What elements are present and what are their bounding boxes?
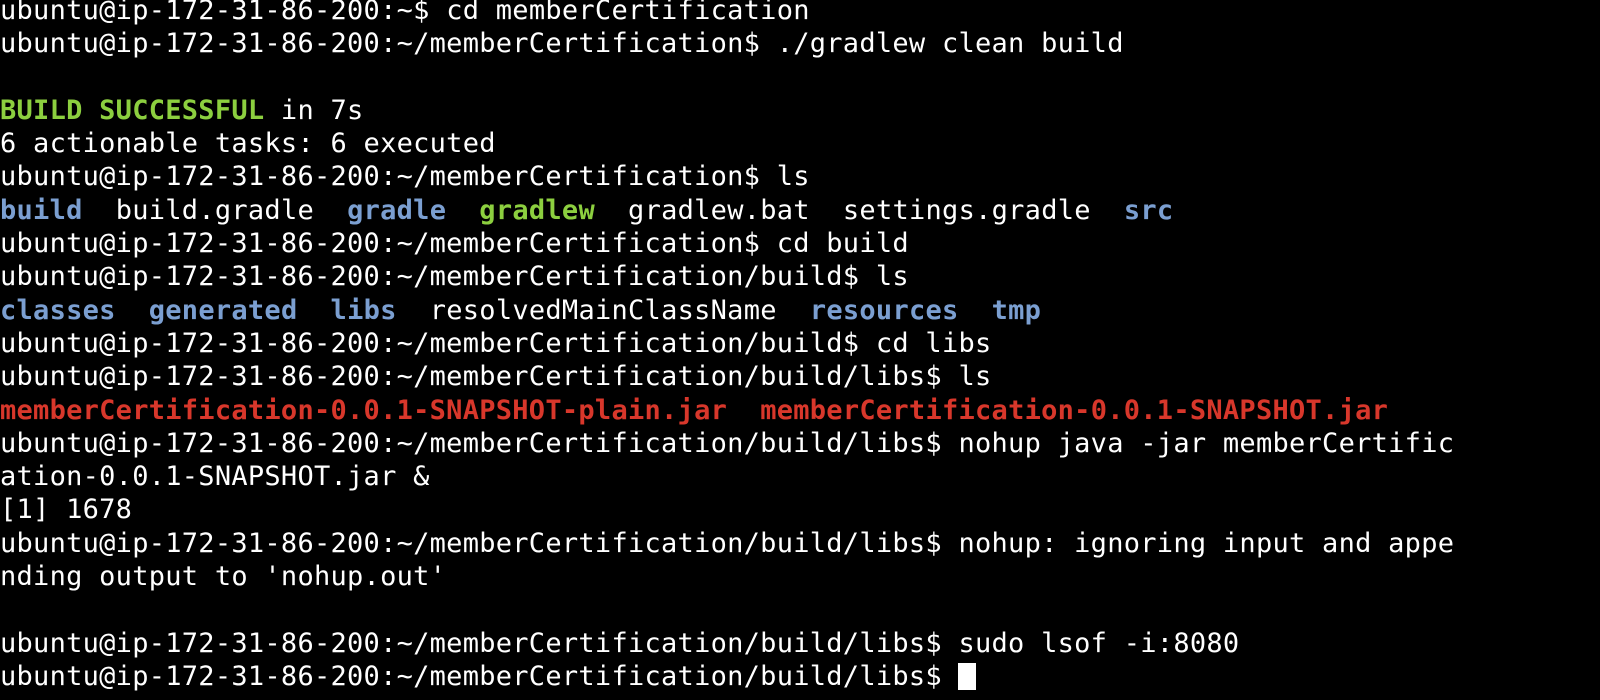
terminal-text-segment: tmp (991, 294, 1042, 326)
terminal-text-segment: generated (148, 294, 298, 326)
terminal-text-segment: ubuntu@ip-172-31-86-200:~/memberCertific… (0, 228, 777, 260)
terminal-line-row-ls-libs-output: memberCertification-0.0.1-SNAPSHOT-plain… (0, 394, 1600, 427)
terminal-text-segment: nohup: ignoring input and appe (958, 527, 1455, 559)
terminal-text-segment: ubuntu@ip-172-31-86-200:~$ (0, 0, 447, 26)
terminal-text-segment: ubuntu@ip-172-31-86-200:~/memberCertific… (0, 327, 876, 359)
terminal-text-segment: ubuntu@ip-172-31-86-200:~/memberCertific… (0, 261, 876, 293)
terminal-text-segment: build (0, 194, 83, 226)
terminal-text-segment: ubuntu@ip-172-31-86-200:~/memberCertific… (0, 161, 777, 193)
terminal-text-segment: BUILD SUCCESSFUL (0, 94, 265, 126)
terminal-text-segment: nohup java -jar memberCertific (958, 427, 1455, 459)
terminal-cursor[interactable] (958, 662, 977, 690)
terminal-text-segment: settings.gradle (842, 194, 1091, 226)
terminal-text-segment: build.gradle (115, 194, 315, 226)
terminal-line-row-ls-build: ubuntu@ip-172-31-86-200:~/memberCertific… (0, 260, 1600, 293)
terminal-text-segment: ls (776, 161, 810, 193)
terminal-text-segment: libs (330, 294, 397, 326)
terminal-line-row-gradlew-clean-build: ubuntu@ip-172-31-86-200:~/memberCertific… (0, 27, 1600, 60)
terminal-line-row-nohup-notice-part1: ubuntu@ip-172-31-86-200:~/memberCertific… (0, 527, 1600, 560)
terminal-line-row-cd-membercertification: ubuntu@ip-172-31-86-200:~$ cd memberCert… (0, 0, 1600, 27)
terminal-text-segment: src (1123, 194, 1174, 226)
terminal-line-row-job-id: [1] 1678 (0, 493, 1600, 526)
terminal-text-segment: gradlew (479, 194, 595, 226)
terminal-text-segment: cd memberCertification (446, 0, 810, 26)
terminal-line-row-ls-build-output: classes generated libs resolvedMainClass… (0, 294, 1600, 327)
terminal-line-row-cd-libs: ubuntu@ip-172-31-86-200:~/memberCertific… (0, 327, 1600, 360)
terminal-line-row-cd-build: ubuntu@ip-172-31-86-200:~/memberCertific… (0, 227, 1600, 260)
terminal-text-segment: in 7s (264, 94, 364, 126)
terminal-screen[interactable]: ubuntu@ip-172-31-86-200:~$ cd memberCert… (0, 0, 1600, 693)
terminal-text-segment: ubuntu@ip-172-31-86-200:~/memberCertific… (0, 527, 959, 559)
terminal-text-segment: gradlew.bat (628, 194, 810, 226)
terminal-text-segment: ubuntu@ip-172-31-86-200:~/memberCertific… (0, 361, 959, 393)
terminal-text-segment: memberCertification-0.0.1-SNAPSHOT-plain… (0, 394, 728, 426)
terminal-text-segment: ubuntu@ip-172-31-86-200:~/memberCertific… (0, 660, 959, 692)
terminal-window[interactable]: ubuntu@ip-172-31-86-200:~$ cd memberCert… (0, 0, 1600, 700)
terminal-text-segment: ation-0.0.1-SNAPSHOT.jar & (0, 461, 430, 493)
terminal-line-row-ls-project: ubuntu@ip-172-31-86-200:~/memberCertific… (0, 160, 1600, 193)
terminal-text-segment: ubuntu@ip-172-31-86-200:~/memberCertific… (0, 427, 959, 459)
terminal-text-segment: ubuntu@ip-172-31-86-200:~/memberCertific… (0, 627, 959, 659)
terminal-text-segment: ls (875, 261, 909, 293)
terminal-line-row-nohup-java-jar-part1: ubuntu@ip-172-31-86-200:~/memberCertific… (0, 427, 1600, 460)
terminal-text-segment: ls (958, 361, 992, 393)
terminal-line-row-actionable-tasks: 6 actionable tasks: 6 executed (0, 127, 1600, 160)
terminal-text-segment: resolvedMainClassName (429, 294, 777, 326)
terminal-line-row-blank-1 (0, 61, 1600, 94)
terminal-text-segment: memberCertification-0.0.1-SNAPSHOT.jar (760, 394, 1389, 426)
terminal-line-row-nohup-java-jar-part2: ation-0.0.1-SNAPSHOT.jar & (0, 460, 1600, 493)
terminal-line-row-build-successful: BUILD SUCCESSFUL in 7s (0, 94, 1600, 127)
terminal-text-segment: sudo lsof -i:8080 (958, 627, 1240, 659)
terminal-text-segment: 6 actionable tasks: 6 executed (0, 128, 496, 160)
terminal-line-row-nohup-notice-part2: nding output to 'nohup.out' (0, 560, 1600, 593)
terminal-line-row-sudo-lsof: ubuntu@ip-172-31-86-200:~/memberCertific… (0, 627, 1600, 660)
terminal-text-segment: ./gradlew clean build (776, 28, 1124, 60)
terminal-text-segment: gradle (347, 194, 447, 226)
terminal-line-row-ls-project-output: build build.gradle gradle gradlew gradle… (0, 194, 1600, 227)
terminal-text-segment: nding output to 'nohup.out' (0, 561, 447, 593)
terminal-line-row-ls-libs: ubuntu@ip-172-31-86-200:~/memberCertific… (0, 360, 1600, 393)
terminal-line-row-active-prompt: ubuntu@ip-172-31-86-200:~/memberCertific… (0, 660, 1600, 693)
terminal-text-segment: resources (809, 294, 959, 326)
terminal-line-row-blank-2 (0, 593, 1600, 626)
terminal-text-segment: cd libs (875, 327, 992, 359)
terminal-text-segment: ubuntu@ip-172-31-86-200:~/memberCertific… (0, 28, 777, 60)
terminal-text-segment: classes (0, 294, 116, 326)
terminal-text-segment: [1] 1678 (0, 494, 133, 526)
terminal-text-segment: cd build (776, 228, 909, 260)
